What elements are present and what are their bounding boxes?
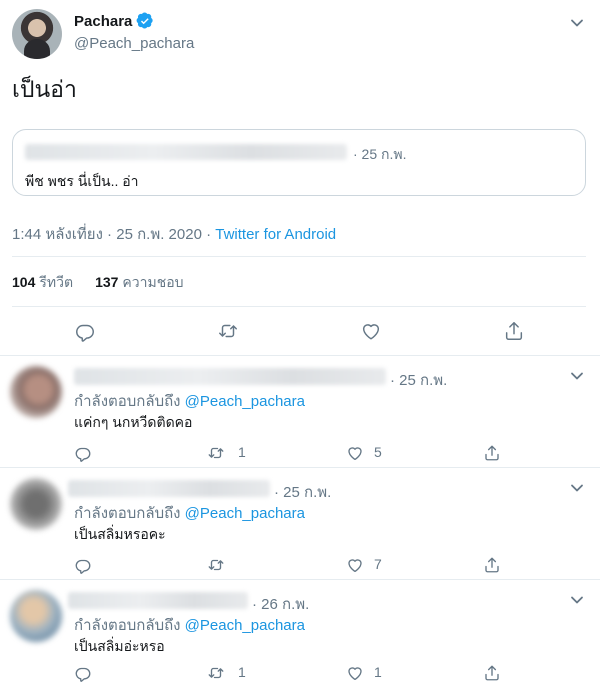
blurred-reply-author	[74, 368, 386, 385]
reply-tweet[interactable]: · 25 ก.พ. กำลังตอบกลับถึง @Peach_pachara…	[0, 356, 600, 468]
tweet-text: เป็นอ่า	[12, 76, 77, 102]
reply-mention[interactable]: @Peach_pachara	[185, 393, 305, 410]
blurred-reply-author	[68, 480, 270, 497]
divider	[12, 256, 586, 257]
retweets-label: รีทวีต	[39, 274, 74, 290]
replying-to: กำลังตอบกลับถึง @Peach_pachara	[74, 389, 305, 413]
reply-icon[interactable]	[74, 664, 92, 682]
retweets-stat[interactable]: 104 รีทวีต	[12, 272, 73, 294]
reply-avatar[interactable]	[10, 590, 62, 642]
blurred-reply-author	[68, 592, 248, 609]
like-icon[interactable]	[346, 556, 364, 574]
quoted-tweet-text: พีช พชร นี่เป็น.. อ่า	[25, 173, 139, 189]
tweet-stats: 104 รีทวีต 137 ความชอบ	[12, 272, 184, 294]
chevron-down-icon[interactable]	[569, 480, 585, 496]
reply-tweet[interactable]: · 26 ก.พ. กำลังตอบกลับถึง @Peach_pachara…	[0, 580, 600, 687]
like-icon[interactable]	[346, 664, 364, 682]
reply-retweet-count: 1	[238, 444, 246, 460]
retweet-icon[interactable]	[207, 444, 225, 462]
verified-badge-icon	[136, 12, 154, 29]
like-icon[interactable]	[346, 444, 364, 462]
reply-like-count: 5	[374, 444, 382, 460]
reply-tweet[interactable]: · 25 ก.พ. กำลังตอบกลับถึง @Peach_pachara…	[0, 468, 600, 580]
share-icon[interactable]	[503, 320, 525, 342]
replying-to: กำลังตอบกลับถึง @Peach_pachara	[74, 613, 305, 637]
retweets-count: 104	[12, 274, 36, 290]
reply-icon[interactable]	[74, 556, 92, 574]
reply-date[interactable]: · 25 ก.พ.	[390, 368, 447, 392]
quoted-tweet-date: · 25 ก.พ.	[353, 146, 407, 162]
reply-mention[interactable]: @Peach_pachara	[185, 505, 305, 522]
chevron-down-icon[interactable]	[569, 15, 585, 31]
chevron-down-icon[interactable]	[569, 592, 585, 608]
author-avatar[interactable]	[12, 9, 62, 59]
share-icon[interactable]	[483, 556, 501, 574]
likes-stat[interactable]: 137 ความชอบ	[95, 272, 183, 294]
share-icon[interactable]	[483, 664, 501, 682]
likes-label: ความชอบ	[122, 274, 184, 290]
divider	[12, 306, 586, 307]
retweet-icon[interactable]	[217, 320, 239, 342]
retweet-icon[interactable]	[207, 664, 225, 682]
reply-retweet-count: 1	[238, 664, 246, 680]
reply-text: เป็นสลิ่มหรอคะ	[74, 526, 166, 542]
main-tweet: Pachara @Peach_pachara เป็นอ่า · 25 ก.พ.…	[0, 0, 600, 356]
reply-like-count: 7	[374, 556, 382, 572]
tweet-meta: 1:44 หลังเที่ยง · 25 ก.พ. 2020 · Twitter…	[12, 222, 336, 246]
likes-count: 137	[95, 274, 119, 290]
reply-text: เป็นสลิ่มอ่ะหรอ	[74, 638, 165, 654]
reply-avatar[interactable]	[10, 366, 62, 418]
replying-to-label: กำลังตอบกลับถึง	[74, 505, 181, 522]
author-handle[interactable]: @Peach_pachara	[74, 35, 194, 52]
share-icon[interactable]	[483, 444, 501, 462]
like-icon[interactable]	[360, 320, 382, 342]
replying-to-label: กำลังตอบกลับถึง	[74, 393, 181, 410]
retweet-icon[interactable]	[207, 556, 225, 574]
replying-to: กำลังตอบกลับถึง @Peach_pachara	[74, 501, 305, 525]
blurred-quoted-author	[25, 144, 347, 160]
tweet-source[interactable]: Twitter for Android	[215, 226, 336, 243]
reply-icon[interactable]	[74, 320, 96, 342]
reply-icon[interactable]	[74, 444, 92, 462]
quoted-tweet[interactable]: · 25 ก.พ. พีช พชร นี่เป็น.. อ่า	[12, 129, 586, 196]
reply-like-count: 1	[374, 664, 382, 680]
reply-avatar[interactable]	[10, 478, 62, 530]
reply-text: แค่กๆ นกหวีดติดคอ	[74, 414, 193, 430]
tweet-timestamp[interactable]: 1:44 หลังเที่ยง · 25 ก.พ. 2020 ·	[12, 226, 215, 243]
reply-mention[interactable]: @Peach_pachara	[185, 617, 305, 634]
author-name[interactable]: Pachara	[74, 13, 132, 30]
chevron-down-icon[interactable]	[569, 368, 585, 384]
author-name-row: Pachara	[74, 12, 154, 30]
replying-to-label: กำลังตอบกลับถึง	[74, 617, 181, 634]
